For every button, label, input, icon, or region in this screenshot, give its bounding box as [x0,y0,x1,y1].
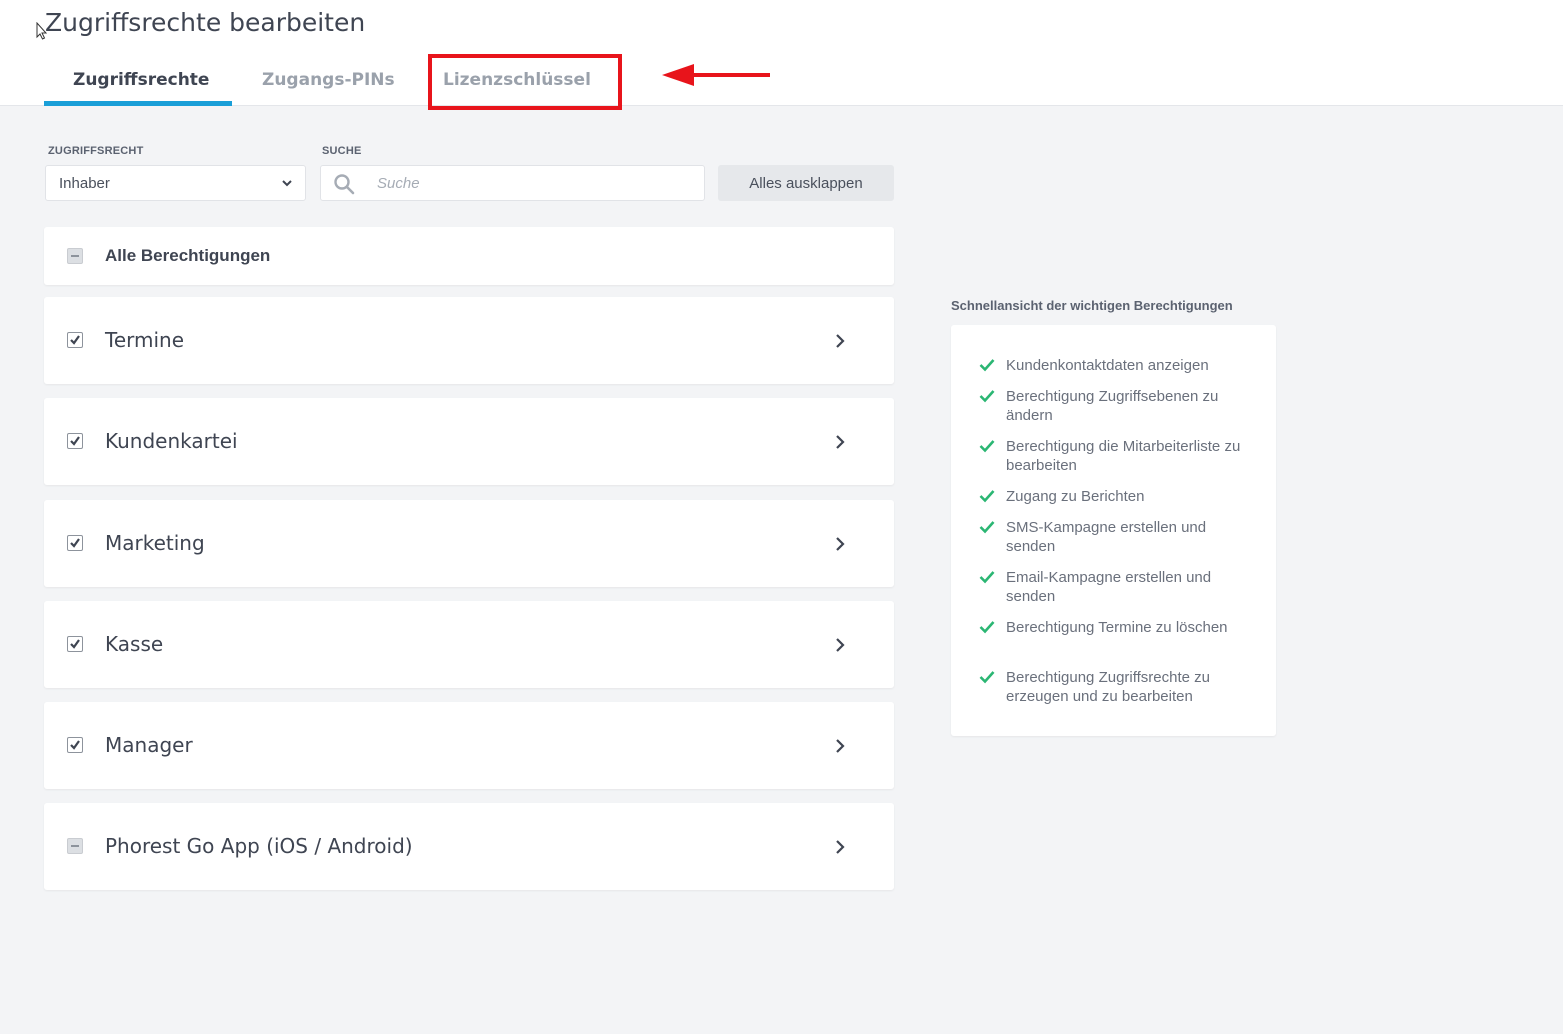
permission-group-termine[interactable]: Termine [44,297,894,384]
check-icon [979,490,995,503]
role-select-value: Inhaber [59,175,110,192]
check-icon [979,521,995,534]
quick-view-item-text: Berechtigung Zugriffsrechte zu erzeugen … [1006,669,1211,705]
permission-group-label: Marketing [105,531,205,555]
chevron-down-icon [282,180,292,187]
check-icon [979,390,995,403]
search-box [320,165,705,201]
check-icon [979,571,995,584]
permission-group-phorest-go-app[interactable]: Phorest Go App (iOS / Android) [44,803,894,890]
quick-view-item-text: Berechtigung die Mitarbeiterliste zu bea… [1006,438,1241,474]
permission-group-label: Termine [105,328,185,352]
quick-view-item-text: Email-Kampagne erstellen und senden [1006,569,1212,605]
search-field-label: SUCHE [322,145,362,157]
header: Zugriffsrechte bearbeiten Zugriffsrechte… [0,0,1563,110]
termine-checkbox[interactable] [67,332,83,348]
check-icon [979,671,995,684]
page-title: Zugriffsrechte bearbeiten [45,8,366,37]
permission-group-marketing[interactable]: Marketing [44,500,894,587]
all-permissions-row[interactable]: Alle Berechtigungen [44,227,894,285]
tab-zugangs-pins[interactable]: Zugangs-PINs [262,70,395,90]
permission-group-label: Phorest Go App (iOS / Android) [105,834,413,858]
quick-view-item-text: Berechtigung Zugriffsebenen zu ändern [1006,388,1219,424]
chevron-right-icon[interactable] [832,535,848,553]
search-input[interactable] [377,172,687,194]
all-permissions-label: Alle Berechtigungen [105,246,271,265]
permission-group-kasse[interactable]: Kasse [44,601,894,688]
chevron-right-icon[interactable] [832,838,848,856]
annotation-highlight-box [428,54,622,110]
phorest-go-app-checkbox[interactable] [67,838,83,854]
permission-group-label: Kasse [105,632,164,656]
kundenkartei-checkbox[interactable] [67,433,83,449]
quick-view-title: Schnellansicht der wichtigen Berechtigun… [951,298,1233,313]
permission-group-manager[interactable]: Manager [44,702,894,789]
permission-group-label: Manager [105,733,193,757]
kasse-checkbox[interactable] [67,636,83,652]
search-icon [334,174,355,195]
marketing-checkbox[interactable] [67,535,83,551]
expand-all-button[interactable]: Alles ausklappen [718,165,894,201]
manager-checkbox[interactable] [67,737,83,753]
check-icon [979,621,995,634]
chevron-right-icon[interactable] [832,737,848,755]
chevron-right-icon[interactable] [832,636,848,654]
quick-view-card: Kundenkontaktdaten anzeigen Berechtigung… [951,325,1276,736]
active-tab-indicator [44,101,232,106]
quick-view-item-text: Zugang zu Berichten [1006,488,1145,505]
check-icon [979,359,995,372]
permission-group-label: Kundenkartei [105,429,238,453]
tab-zugriffsrechte[interactable]: Zugriffsrechte [73,70,209,90]
all-permissions-checkbox[interactable] [67,248,83,264]
role-field-label: ZUGRIFFSRECHT [48,145,144,157]
check-icon [979,440,995,453]
role-select[interactable]: Inhaber [45,165,306,201]
quick-view-item-text: Kundenkontaktdaten anzeigen [1006,357,1209,374]
annotation-arrow-icon [662,64,770,86]
permission-group-kundenkartei[interactable]: Kundenkartei [44,398,894,485]
quick-view-item-text: SMS-Kampagne erstellen und senden [1006,519,1207,555]
quick-view-item-text: Berechtigung Termine zu löschen [1006,619,1228,636]
chevron-right-icon[interactable] [832,433,848,451]
chevron-right-icon[interactable] [832,332,848,350]
